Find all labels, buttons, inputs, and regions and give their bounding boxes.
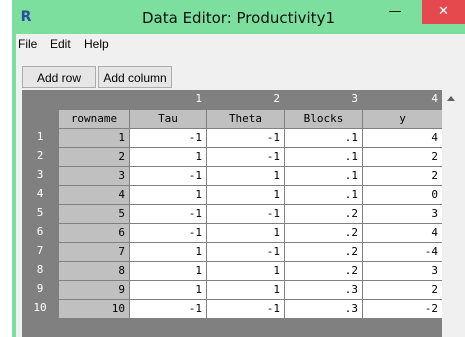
- grid-cell[interactable]: 10: [59, 300, 129, 318]
- column-name-header[interactable]: Theta: [207, 110, 284, 128]
- grid-cell[interactable]: -1: [207, 205, 284, 223]
- row-number-header[interactable]: 8: [22, 261, 58, 280]
- grid-cell[interactable]: 3: [59, 167, 129, 185]
- column-name-header[interactable]: y: [363, 110, 442, 128]
- grid-cell[interactable]: 7: [59, 243, 129, 261]
- grid-cell[interactable]: 1: [207, 167, 284, 185]
- editor-client-area: File Edit Help Add row Add column 1 2 3 4 ro…: [16, 34, 465, 337]
- menu-help[interactable]: Help: [84, 37, 109, 51]
- grid-cell[interactable]: .2: [285, 205, 362, 223]
- grid-cell[interactable]: .3: [285, 281, 362, 299]
- grid-cell[interactable]: -1: [130, 300, 206, 318]
- grid-corner-name: [58, 90, 129, 109]
- row-number-header[interactable]: 7: [22, 242, 58, 261]
- column-number-header[interactable]: 3: [284, 90, 362, 109]
- grid-cell[interactable]: -4: [363, 243, 442, 261]
- row-number-header[interactable]: 4: [22, 185, 58, 204]
- grid-cell[interactable]: -1: [130, 224, 206, 242]
- background-window-strip: [0, 0, 12, 337]
- grid-cell[interactable]: .1: [285, 167, 362, 185]
- menu-file[interactable]: File: [18, 37, 37, 51]
- grid-cell[interactable]: 1: [207, 224, 284, 242]
- minimize-button[interactable]: —: [373, 0, 417, 24]
- row-number-header[interactable]: 3: [22, 166, 58, 185]
- row-number-header[interactable]: 1: [22, 128, 58, 147]
- title-bar[interactable]: R Data Editor: Productivity1 — ✕: [12, 0, 465, 34]
- grid-cell[interactable]: 1: [130, 281, 206, 299]
- grid-cell[interactable]: .2: [285, 243, 362, 261]
- grid-cell[interactable]: 0: [363, 186, 442, 204]
- menu-bar: File Edit Help: [16, 34, 465, 54]
- grid-cell[interactable]: .1: [285, 129, 362, 147]
- grid-cell[interactable]: .1: [285, 148, 362, 166]
- column-name-header[interactable]: rowname: [59, 110, 129, 128]
- grid-corner-cell: [22, 109, 58, 128]
- grid-cell[interactable]: .1: [285, 186, 362, 204]
- grid-cell[interactable]: -1: [130, 167, 206, 185]
- grid-cell[interactable]: -1: [207, 129, 284, 147]
- grid-cell[interactable]: 1: [207, 281, 284, 299]
- grid-cell[interactable]: 3: [363, 205, 442, 223]
- grid-cell[interactable]: 3: [363, 262, 442, 280]
- grid-cell[interactable]: -2: [363, 300, 442, 318]
- column-number-header[interactable]: 4: [362, 90, 442, 109]
- grid-cell[interactable]: 8: [59, 262, 129, 280]
- row-number-header[interactable]: 5: [22, 204, 58, 223]
- row-number-header[interactable]: 6: [22, 223, 58, 242]
- grid-cell[interactable]: 1: [130, 262, 206, 280]
- grid-cell[interactable]: 6: [59, 224, 129, 242]
- grid-cell[interactable]: -1: [130, 205, 206, 223]
- grid-cell[interactable]: 1: [207, 262, 284, 280]
- grid-cell[interactable]: .2: [285, 224, 362, 242]
- close-button[interactable]: ✕: [422, 0, 465, 24]
- row-number-header[interactable]: 10: [22, 299, 58, 318]
- vertical-scrollbar[interactable]: [442, 90, 461, 337]
- column-name-header[interactable]: Tau: [130, 110, 206, 128]
- grid-cell[interactable]: -1: [207, 148, 284, 166]
- grid-cell[interactable]: -1: [130, 129, 206, 147]
- grid-cell[interactable]: 4: [363, 129, 442, 147]
- grid-cell[interactable]: 5: [59, 205, 129, 223]
- grid-cell[interactable]: 2: [363, 167, 442, 185]
- grid-cell[interactable]: .3: [285, 300, 362, 318]
- row-number-header[interactable]: 2: [22, 147, 58, 166]
- grid-cell[interactable]: -1: [207, 243, 284, 261]
- add-column-button[interactable]: Add column: [98, 66, 172, 88]
- grid-cell[interactable]: 2: [363, 148, 442, 166]
- grid-corner: [22, 90, 58, 109]
- scroll-up-arrow-icon[interactable]: [447, 96, 455, 101]
- menu-edit[interactable]: Edit: [50, 37, 71, 51]
- grid-cell[interactable]: 4: [59, 186, 129, 204]
- column-number-header[interactable]: 1: [129, 90, 206, 109]
- column-name-header[interactable]: Blocks: [285, 110, 362, 128]
- grid-cell[interactable]: 1: [130, 186, 206, 204]
- grid-cell[interactable]: 9: [59, 281, 129, 299]
- column-number-header[interactable]: 2: [206, 90, 284, 109]
- grid-cell[interactable]: 1: [130, 148, 206, 166]
- grid-cell[interactable]: 1: [59, 129, 129, 147]
- grid-cell[interactable]: 2: [363, 281, 442, 299]
- grid-cell[interactable]: 4: [363, 224, 442, 242]
- grid-cell[interactable]: 2: [59, 148, 129, 166]
- row-number-header[interactable]: 9: [22, 280, 58, 299]
- grid-cell[interactable]: 1: [130, 243, 206, 261]
- grid-cell[interactable]: 1: [207, 186, 284, 204]
- grid-cell[interactable]: .2: [285, 262, 362, 280]
- data-editor-window: R Data Editor: Productivity1 — ✕ File Ed…: [12, 0, 465, 337]
- add-row-button[interactable]: Add row: [22, 66, 96, 88]
- grid-cell[interactable]: -1: [207, 300, 284, 318]
- data-grid[interactable]: 1 2 3 4 rowname Tau Theta Blocks y 1 1 -1 -1.1 4 2 2 1 -1…: [22, 90, 442, 337]
